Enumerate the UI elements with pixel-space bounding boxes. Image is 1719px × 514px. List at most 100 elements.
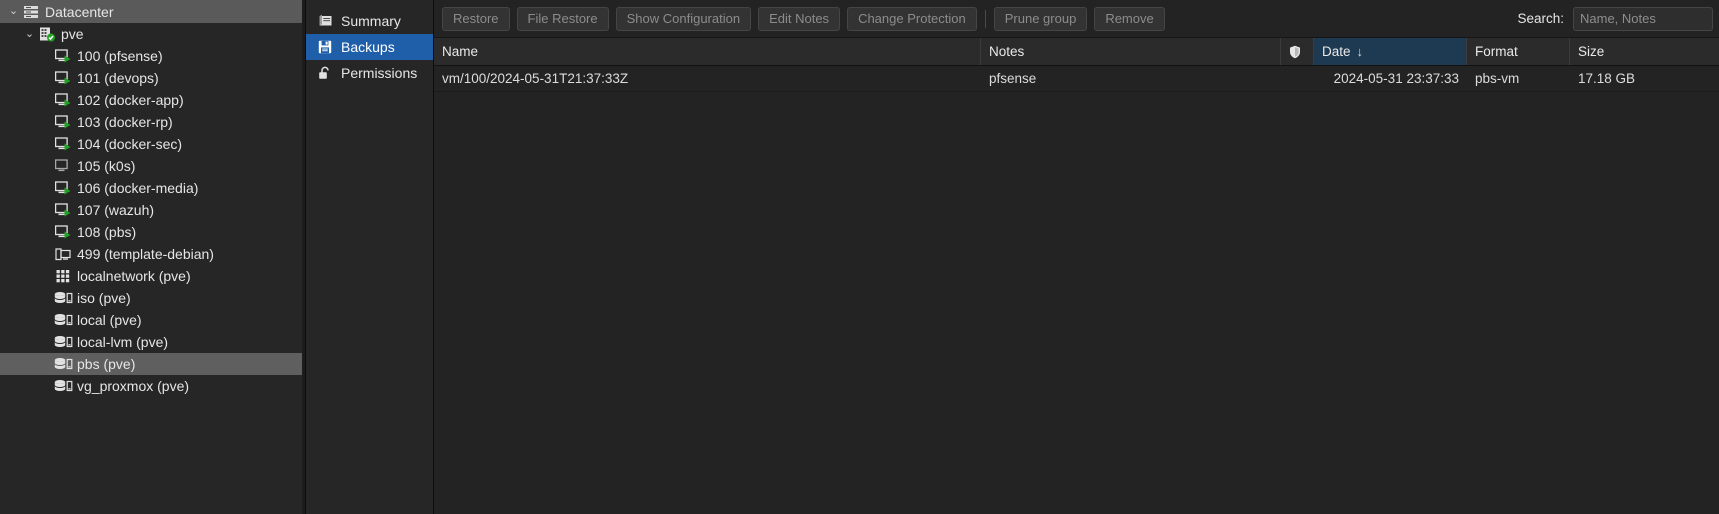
tree-item-label: 101 (devops): [77, 70, 159, 86]
vm-running-icon: [53, 115, 73, 129]
nav-item-label: Summary: [341, 13, 401, 29]
vm-running-icon: [53, 49, 73, 63]
storage-icon: [53, 291, 73, 305]
column-header-label: Name: [442, 44, 479, 59]
tree-item[interactable]: 107 (wazuh): [0, 199, 305, 221]
tree-item[interactable]: 101 (devops): [0, 67, 305, 89]
table-row[interactable]: vm/100/2024-05-31T21:37:33Z pfsense 2024-0…: [434, 66, 1719, 92]
nav-item-label: Permissions: [341, 65, 418, 81]
tree-item-label: 106 (docker-media): [77, 180, 199, 196]
tree-item[interactable]: pbs (pve): [0, 353, 305, 375]
main-content: Restore File Restore Show Configuration Edi…: [434, 0, 1719, 514]
vm-template-icon: [53, 247, 73, 261]
backup-notes: pfsense: [989, 71, 1037, 86]
tree-item[interactable]: 103 (docker-rp): [0, 111, 305, 133]
tree-item[interactable]: ⌄ Datacenter: [0, 0, 305, 23]
content-nav: Summary Backups Permissions: [306, 0, 434, 514]
tree-item[interactable]: iso (pve): [0, 287, 305, 309]
network-icon: [53, 269, 73, 283]
tree-item[interactable]: 104 (docker-sec): [0, 133, 305, 155]
tree-item-label: 107 (wazuh): [77, 202, 155, 218]
backup-size: 17.18 GB: [1578, 71, 1636, 86]
resource-tree: ⌄ Datacenter ⌄ pve 100 (pfsense) 101 (devops)…: [0, 0, 306, 514]
backup-toolbar: Restore File Restore Show Configuration Edi…: [434, 0, 1719, 38]
nav-item-summary[interactable]: Summary: [306, 8, 433, 34]
chevron-down-icon[interactable]: ⌄: [6, 6, 21, 17]
tree-item[interactable]: local (pve): [0, 309, 305, 331]
tree-item[interactable]: 102 (docker-app): [0, 89, 305, 111]
remove-button[interactable]: Remove: [1094, 6, 1165, 31]
vm-running-icon: [53, 181, 73, 195]
column-header-label: Date: [1322, 44, 1351, 59]
vm-stopped-icon: [53, 159, 73, 173]
column-header-format[interactable]: Format: [1467, 38, 1570, 65]
column-header-date[interactable]: Date ↓: [1314, 38, 1467, 65]
tree-item[interactable]: 105 (k0s): [0, 155, 305, 177]
search-label: Search:: [1517, 11, 1564, 26]
tree-item-label: iso (pve): [77, 290, 131, 306]
tree-item[interactable]: 108 (pbs): [0, 221, 305, 243]
tree-item-label: 108 (pbs): [77, 224, 137, 240]
change-protection-button[interactable]: Change Protection: [847, 6, 977, 31]
storage-icon: [53, 313, 73, 327]
datacenter-icon: [21, 5, 41, 19]
storage-icon: [53, 379, 73, 393]
summary-icon: [316, 14, 334, 28]
table-header-row: Name Notes Date ↓ Format Size: [434, 38, 1719, 66]
tree-item-label: 100 (pfsense): [77, 48, 163, 64]
tree-item[interactable]: ⌄ pve: [0, 23, 305, 45]
chevron-down-icon[interactable]: ⌄: [22, 28, 37, 40]
tree-item-label: 105 (k0s): [77, 158, 136, 174]
vm-running-icon: [53, 137, 73, 151]
tree-item[interactable]: localnetwork (pve): [0, 265, 305, 287]
sort-descending-icon: ↓: [1356, 44, 1364, 59]
column-header-size[interactable]: Size: [1570, 38, 1719, 65]
vm-running-icon: [53, 71, 73, 85]
proxmox-window: ⌄ Datacenter ⌄ pve 100 (pfsense) 101 (devops)…: [0, 0, 1719, 514]
vm-running-icon: [53, 225, 73, 239]
vm-running-icon: [53, 93, 73, 107]
permissions-icon: [316, 66, 334, 80]
tree-item[interactable]: local-lvm (pve): [0, 331, 305, 353]
vm-running-icon: [53, 203, 73, 217]
column-header-notes[interactable]: Notes: [981, 38, 1281, 65]
nav-item-label: Backups: [341, 39, 395, 55]
tree-item[interactable]: 106 (docker-media): [0, 177, 305, 199]
tree-item-label: local-lvm (pve): [77, 334, 169, 350]
tree-item-label: 103 (docker-rp): [77, 114, 173, 130]
column-header-label: Format: [1475, 44, 1518, 59]
backup-format: pbs-vm: [1475, 71, 1520, 86]
nav-item-backups[interactable]: Backups: [306, 34, 433, 60]
tree-item-label: vg_proxmox (pve): [77, 378, 190, 394]
column-header-name[interactable]: Name: [434, 38, 981, 65]
column-header-label: Size: [1578, 44, 1605, 59]
backup-name: vm/100/2024-05-31T21:37:33Z: [442, 71, 629, 86]
search-input[interactable]: [1573, 6, 1713, 31]
tree-item-label: pbs (pve): [77, 356, 136, 372]
prune-group-button[interactable]: Prune group: [993, 6, 1088, 31]
tree-item-label: pve: [61, 26, 84, 42]
toolbar-separator: [984, 9, 986, 28]
storage-icon: [53, 357, 73, 371]
tree-item[interactable]: 100 (pfsense): [0, 45, 305, 67]
restore-button[interactable]: Restore: [442, 6, 510, 31]
column-header-prot[interactable]: [1281, 38, 1314, 65]
tree-item-label: Datacenter: [45, 3, 114, 20]
show-configuration-button[interactable]: Show Configuration: [615, 6, 752, 31]
node-online-icon: [37, 27, 57, 42]
tree-item-label: local (pve): [77, 312, 142, 328]
edit-notes-button[interactable]: Edit Notes: [758, 6, 841, 31]
backup-date: 2024-05-31 23:37:33: [1333, 71, 1459, 86]
nav-item-permissions[interactable]: Permissions: [306, 60, 433, 86]
protection-cell: [1281, 66, 1314, 91]
tree-item[interactable]: vg_proxmox (pve): [0, 375, 305, 397]
tree-item-label: 102 (docker-app): [77, 92, 184, 108]
file-restore-button[interactable]: File Restore: [516, 6, 609, 31]
tree-item[interactable]: 499 (template-debian): [0, 243, 305, 265]
tree-item-label: 104 (docker-sec): [77, 136, 183, 152]
tree-item-label: 499 (template-debian): [77, 246, 214, 262]
storage-icon: [53, 335, 73, 349]
column-header-label: Notes: [989, 44, 1025, 59]
backups-table: Name Notes Date ↓ Format Size vm/100/2024-05-…: [434, 38, 1719, 514]
backups-icon: [316, 40, 334, 54]
